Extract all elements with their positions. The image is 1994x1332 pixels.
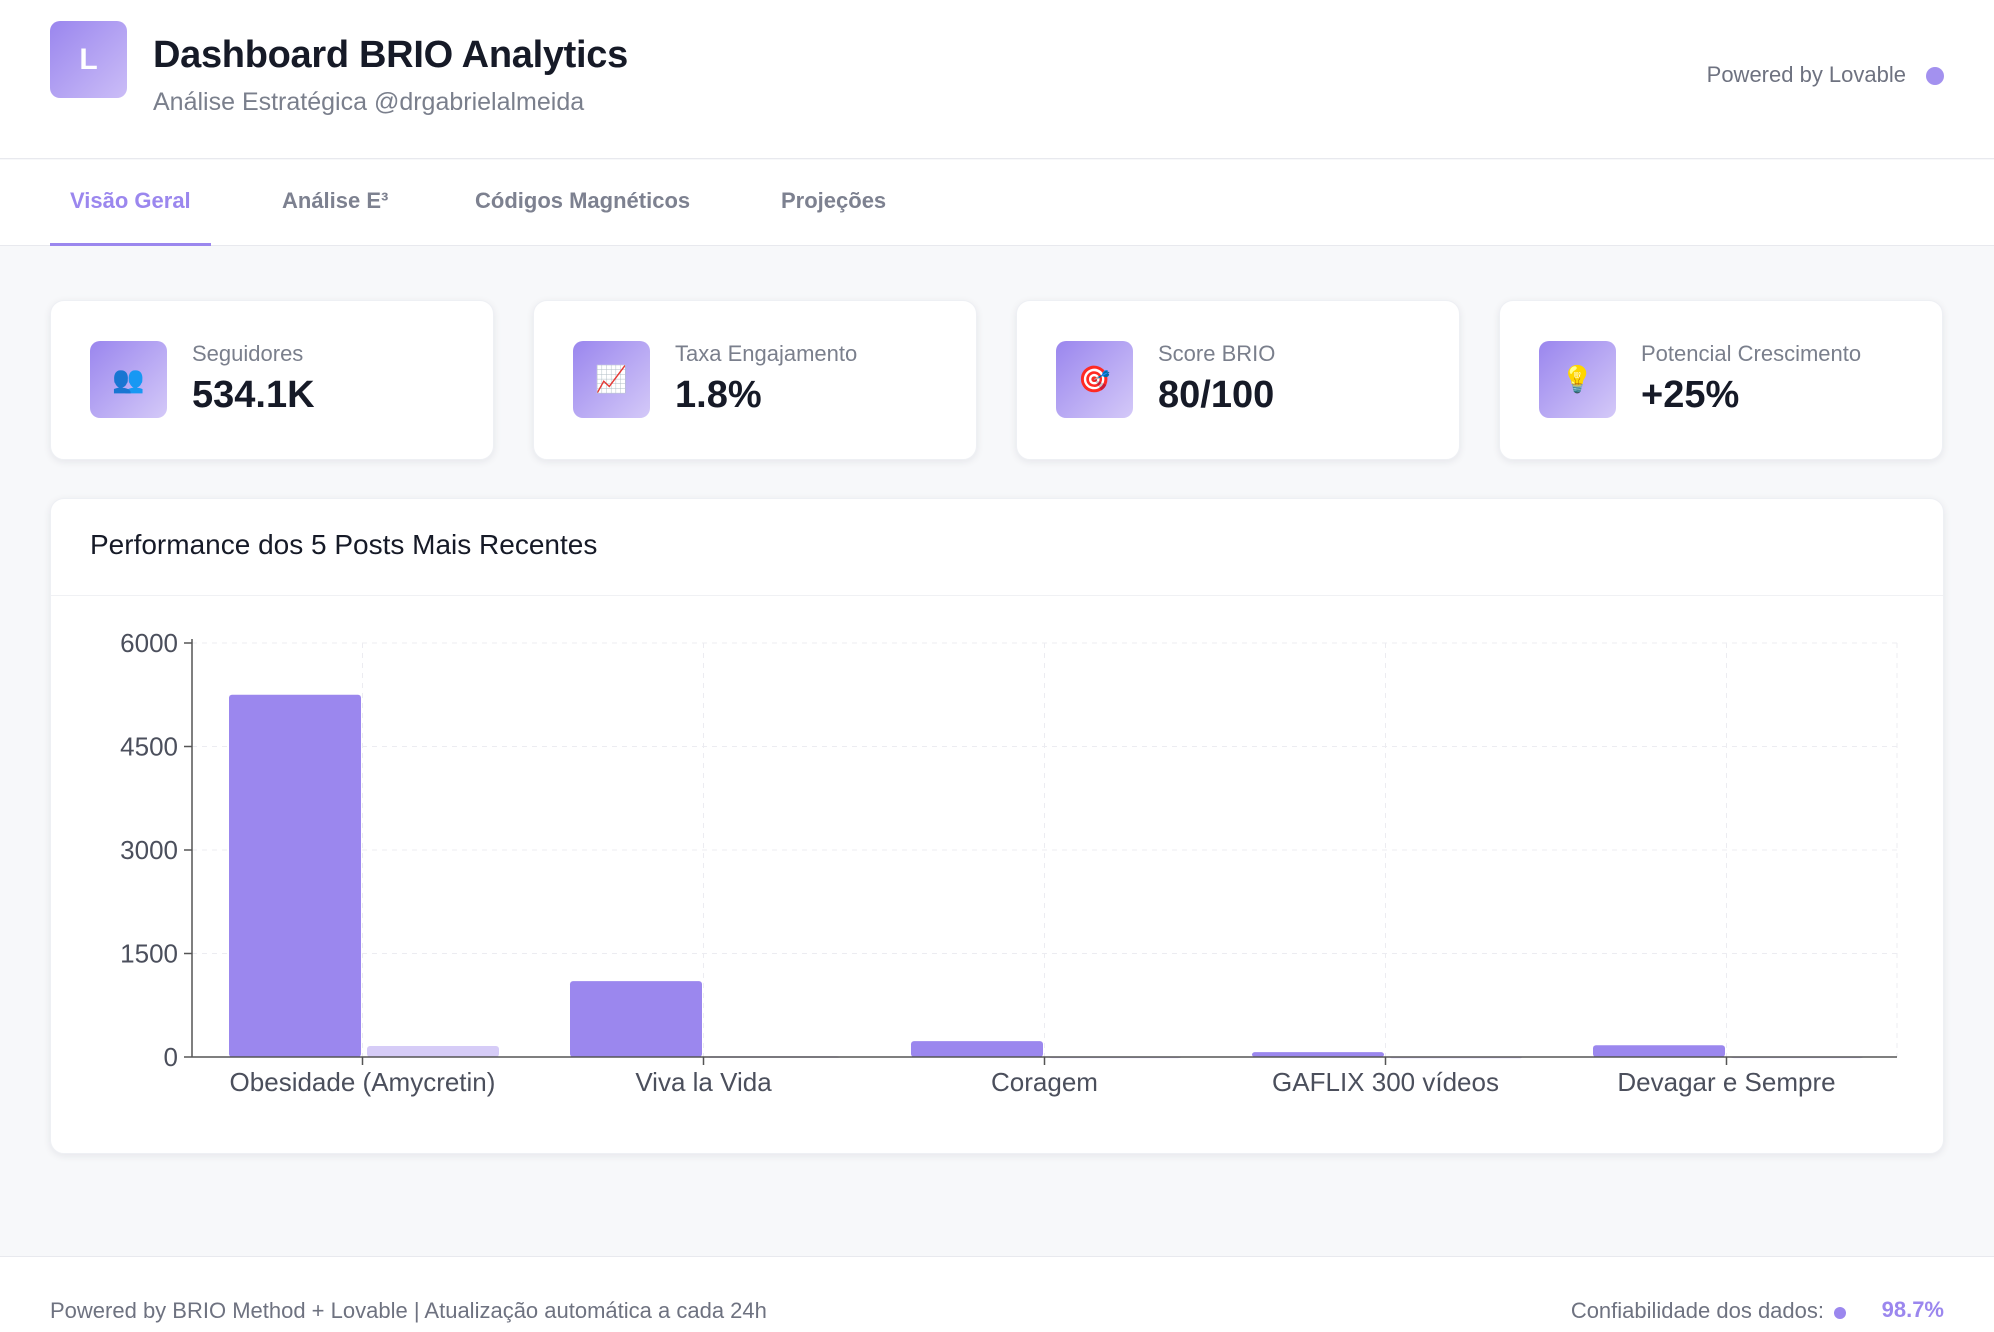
chart-increasing-icon: 📈 — [573, 341, 650, 418]
logo-letter: L — [79, 42, 98, 76]
x-tick-label: Devagar e Sempre — [1617, 1067, 1835, 1097]
y-tick-label: 0 — [164, 1042, 178, 1072]
page-title: Dashboard BRIO Analytics — [153, 34, 628, 76]
data-reliability-label: Confiabilidade dos dados: — [1570, 1298, 1824, 1323]
tab-analise-e3[interactable]: Análise E³ — [262, 160, 408, 246]
app-logo: L — [50, 21, 127, 98]
bar — [367, 1045, 499, 1057]
bar — [911, 1041, 1043, 1057]
reliability-dot-icon — [1834, 1307, 1846, 1319]
y-tick-label: 1500 — [120, 939, 178, 969]
app-header: L Dashboard BRIO Analytics Análise Estra… — [0, 0, 1994, 159]
y-tick-label: 6000 — [120, 628, 178, 658]
target-icon: 🎯 — [1056, 341, 1133, 418]
page-footer: Powered by BRIO Method + Lovable | Atual… — [0, 1256, 1994, 1332]
y-tick-label: 4500 — [120, 732, 178, 762]
stat-value: +25% — [1641, 374, 1740, 416]
stat-label: Seguidores — [192, 341, 304, 366]
powered-by-label: Powered by Lovable — [1706, 62, 1906, 87]
tab-projecoes[interactable]: Projeções — [761, 160, 906, 246]
stat-label: Potencial Crescimento — [1641, 341, 1862, 366]
stat-card-potencial-crescimento: 💡 Potencial Crescimento +25% — [1499, 300, 1943, 460]
status-dot-icon — [1926, 67, 1944, 85]
tab-codigos-magneticos[interactable]: Códigos Magnéticos — [455, 160, 710, 246]
chart-title: Performance dos 5 Posts Mais Recentes — [90, 529, 598, 560]
bar-chart: 0 1500 3000 4500 6000 Obesidade (Amycretin) Vi… — [120, 628, 1898, 1097]
tab-visao-geral[interactable]: Visão Geral — [50, 160, 211, 246]
people-icon: 👥 — [90, 341, 167, 418]
bar — [229, 694, 361, 1057]
data-reliability-value: 98.7% — [1881, 1297, 1944, 1322]
page-subtitle: Análise Estratégica @drgabrielalmeida — [153, 88, 585, 116]
performance-chart-card: Performance dos 5 Posts Mais Recentes 0 1… — [50, 498, 1944, 1154]
x-tick-label: Coragem — [991, 1067, 1098, 1097]
stat-value: 534.1K — [192, 374, 315, 416]
stat-card-seguidores: 👥 Seguidores 534.1K — [50, 300, 494, 460]
stat-label: Score BRIO — [1158, 341, 1276, 366]
tab-bar: Visão Geral Análise E³ Códigos Magnético… — [0, 160, 1994, 246]
stat-value: 1.8% — [675, 374, 762, 416]
footer-powered-text: Powered by BRIO Method + Lovable | Atual… — [50, 1298, 767, 1323]
stat-card-taxa-engajamento: 📈 Taxa Engajamento 1.8% — [533, 300, 977, 460]
stat-card-score-brio: 🎯 Score BRIO 80/100 — [1016, 300, 1460, 460]
lightbulb-icon: 💡 — [1539, 341, 1616, 418]
stat-value: 80/100 — [1158, 374, 1275, 416]
bar — [570, 981, 702, 1057]
x-tick-label: GAFLIX 300 vídeos — [1272, 1067, 1499, 1097]
y-tick-label: 3000 — [120, 835, 178, 865]
x-tick-label: Obesidade (Amycretin) — [230, 1067, 496, 1097]
x-tick-label: Viva la Vida — [635, 1067, 772, 1097]
chart-divider — [51, 595, 1943, 596]
stat-label: Taxa Engajamento — [675, 341, 858, 366]
bar — [1593, 1045, 1725, 1057]
